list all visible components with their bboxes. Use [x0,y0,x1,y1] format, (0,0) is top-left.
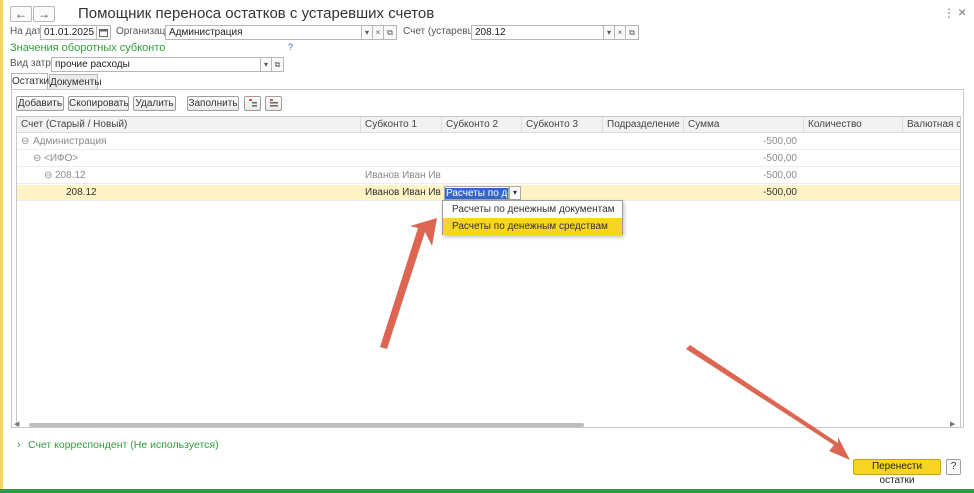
annotation-arrow-to-transfer [686,345,850,460]
bottom-status-line [0,489,974,493]
annotation-arrows [380,218,850,460]
annotation-arrow-to-dropdown [380,218,437,349]
